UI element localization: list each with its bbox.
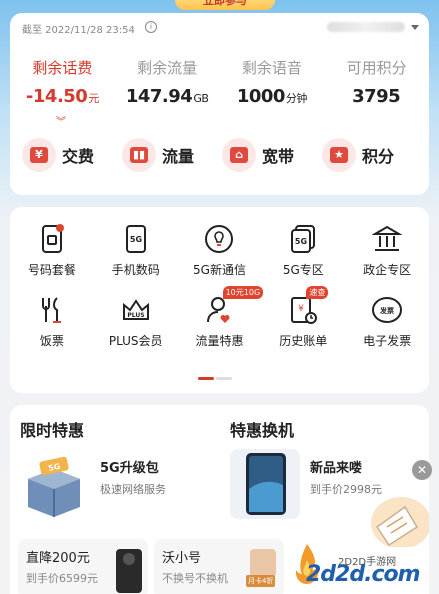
service-enterprise-zone[interactable]: 政企专区 [345,223,429,278]
shield-icon [250,549,276,577]
stat-remaining-data[interactable]: 剩余流量 147.94GB [115,57,220,107]
close-icon[interactable]: ✕ [412,460,432,480]
promo-banner-tab[interactable]: 立即参与 [175,0,275,10]
gift-icon: ★ [322,138,356,172]
bar-chart-icon: ▮▮ [122,138,156,172]
stat-value: 3795 [352,86,401,107]
service-5g-new-comm[interactable]: 5G新通信 [178,223,262,278]
stat-label: 剩余话费 [32,59,93,77]
broadband-button[interactable]: ⌂ 宽带 [222,138,322,172]
mascot-image [365,487,429,549]
lightbulb-icon [203,223,235,255]
stat-points[interactable]: 可用积分 3795 [324,57,429,107]
5g-cards-icon: 5G [287,223,319,255]
deal-badge: 10元10G [222,286,264,299]
stat-label: 可用积分 [346,59,407,77]
service-5g-zone[interactable]: 5G 5G专区 [261,223,345,278]
page-indicator [198,377,232,380]
account-switcher[interactable] [301,18,419,36]
trade-in-title: 特惠换机 [230,421,295,440]
svg-text:发票: 发票 [379,306,394,315]
new-phone-image[interactable] [230,449,300,519]
secondary-number-card[interactable]: 沃小号 不换号不换机 月卡4折 [154,539,284,594]
svg-text:5G: 5G [295,237,307,246]
cutlery-icon [36,294,68,326]
pay-fee-button[interactable]: ¥ 交费 [22,138,122,172]
expand-chevron-icon[interactable]: ︾ [56,118,66,128]
service-data-deal[interactable]: 10元10G 流量特惠 [178,286,264,349]
service-grid: 号码套餐 5G 手机数码 5G新通信 5G 5G专区 政企专区 饭票 PLUS … [10,223,429,349]
limited-offer-title: 限时特惠 [20,421,85,440]
crown-plus-icon: PLUS [120,294,152,326]
service-number-plan[interactable]: 号码套餐 [10,223,94,278]
services-card: 号码套餐 5G 手机数码 5G新通信 5G 5G专区 政企专区 饭票 PLUS … [10,207,429,393]
stat-value: 147.94GB [125,86,209,107]
info-icon[interactable]: i [145,21,157,33]
5g-package-deal[interactable]: 5G升级包 极速网络服务 [100,457,166,497]
stat-remaining-voice[interactable]: 剩余语音 1000分钟 [220,57,325,107]
yen-icon: ¥ [22,138,56,172]
svg-text:5G: 5G [130,235,142,244]
invoice-icon: 发票 [371,294,403,326]
chevron-down-icon [411,24,419,30]
quick-actions: ¥ 交费 ▮▮ 流量 ⌂ 宽带 ★ 积分 [22,138,422,172]
svg-text:PLUS: PLUS [127,312,144,319]
phone-5g-icon: 5G [120,223,152,255]
stat-label: 剩余语音 [241,59,302,77]
bank-icon [371,223,403,255]
phone-thumbnail [116,549,142,593]
service-meal-ticket[interactable]: 饭票 [10,294,94,349]
svg-text:¥: ¥ [298,304,304,314]
discount-tag: 月卡4折 [246,575,276,587]
watermark: 2D2D手游网 2d2d.com [292,540,439,594]
data-button[interactable]: ▮▮ 流量 [122,138,222,172]
sim-card-icon [36,223,68,255]
service-plus-member[interactable]: PLUS PLUS会员 [94,294,178,349]
router-icon: ⌂ [222,138,256,172]
points-button[interactable]: ★ 积分 [322,138,422,172]
stat-remaining-fee[interactable]: 剩余话费 -14.50元 [10,57,115,107]
stat-value: -14.50元 [25,86,99,107]
5g-package-image[interactable]: 5G [18,449,90,521]
stat-value: 1000分钟 [236,86,308,107]
stat-label: 剩余流量 [137,59,198,77]
price-cut-card[interactable]: 直降200元 到手价6599元 [18,539,148,594]
service-bill-history[interactable]: 速查 ¥ 历史账单 [261,286,345,349]
service-e-invoice[interactable]: 发票 电子发票 [345,294,429,349]
as-of-timestamp: 截至 2022/11/28 23:54 [22,25,135,36]
quick-badge: 速查 [306,286,329,299]
service-phones-digital[interactable]: 5G 手机数码 [94,223,178,278]
balance-stats: 剩余话费 -14.50元 剩余流量 147.94GB 剩余语音 1000分钟 可… [10,57,429,107]
balance-card: 截至 2022/11/28 23:54 i 剩余话费 -14.50元 剩余流量 … [10,13,429,195]
masked-phone-number [327,22,405,32]
